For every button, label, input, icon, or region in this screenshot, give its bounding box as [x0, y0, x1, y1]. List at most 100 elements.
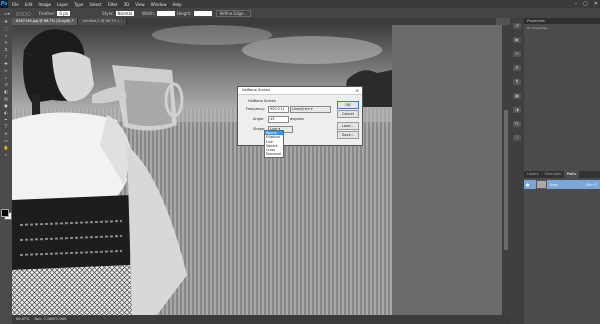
load-button[interactable]: Load... — [337, 122, 359, 130]
menu-view[interactable]: View — [135, 2, 145, 7]
group-label: Halftone Screen — [248, 99, 276, 103]
menu-select[interactable]: Select — [89, 2, 101, 7]
lasso-tool-icon[interactable]: ↄ — [3, 33, 9, 38]
style-label: Style: — [102, 10, 114, 16]
dropdown-option-diamond[interactable]: Diamond — [265, 152, 283, 156]
swatches-icon[interactable]: ▦ — [513, 93, 521, 99]
shape-tool-icon[interactable]: ▭ — [3, 138, 9, 143]
height-label: Height: — [177, 10, 192, 16]
properties-panel-message: No Properties — [527, 26, 548, 30]
adjustments-icon[interactable]: ◑ — [513, 107, 521, 113]
channel-shortcut: Ctrl+2 — [585, 182, 597, 187]
menu-bar: Ps File Edit Image Layer Type Select Fil… — [0, 0, 600, 8]
doc-size: Doc: 3.16M/3.16M — [34, 317, 67, 321]
angle-label: Angle: — [253, 117, 265, 121]
menu-3d[interactable]: 3D — [124, 2, 130, 7]
history-brush-icon[interactable]: ↺ — [3, 82, 9, 87]
history-icon[interactable]: ↺ — [513, 23, 521, 29]
zoom-level[interactable]: 66.67% — [16, 317, 29, 321]
save-button[interactable]: Save... — [337, 131, 359, 139]
eraser-tool-icon[interactable]: ◧ — [3, 89, 9, 94]
menu-layer[interactable]: Layer — [57, 2, 68, 7]
menu-filter[interactable]: Filter — [108, 2, 118, 7]
crop-tool-icon[interactable]: ⌗ — [3, 47, 9, 52]
channel-row-gray[interactable]: ● Gray Ctrl+2 — [524, 180, 600, 189]
frequency-label: Frequency: — [246, 107, 266, 111]
dialog-close-icon[interactable]: ✕ — [356, 87, 359, 94]
tab-layers[interactable]: Layers — [524, 171, 542, 178]
actions-icon[interactable]: ▶ — [513, 37, 521, 43]
width-input[interactable] — [157, 10, 175, 16]
tab-paths[interactable]: Paths — [563, 171, 580, 178]
selection-mode-icons[interactable]: ▢▢▢▢ — [16, 11, 31, 16]
dodge-tool-icon[interactable]: ◐ — [3, 110, 9, 115]
menu-edit[interactable]: Edit — [25, 2, 33, 7]
shape-dropdown-list: Round Elliptical Line Square Cross Diamo… — [264, 130, 284, 158]
feather-label: Feather: — [38, 10, 56, 16]
panel-icon-strip: ↺ ▶ ✏ A ¶ ▦ ◑ fx i — [510, 18, 524, 324]
marquee-tool-icon[interactable]: ⬚ — [3, 26, 9, 31]
brush-presets-icon[interactable]: ✏ — [513, 51, 521, 57]
channel-name: Gray — [549, 182, 558, 187]
menu-file[interactable]: File — [12, 2, 19, 7]
frequency-input[interactable]: 900.211 — [268, 106, 289, 113]
angle-unit: degrees — [290, 117, 305, 121]
angle-input[interactable]: 45 — [268, 116, 289, 123]
menu-help[interactable]: Help — [172, 2, 181, 7]
path-select-tool-icon[interactable]: ➤ — [3, 131, 9, 136]
zoom-tool-icon[interactable]: ⌕ — [3, 152, 9, 157]
document-canvas[interactable] — [12, 25, 392, 315]
frequency-unit-select[interactable]: Lines/Inch ▾ — [290, 106, 331, 113]
options-bar: ▭▾ ▢▢▢▢ Feather: 0 px Style: Normal Widt… — [0, 8, 600, 18]
blur-tool-icon[interactable]: ● — [3, 103, 9, 108]
style-select[interactable]: Normal — [115, 10, 135, 16]
ok-button[interactable]: OK — [337, 101, 359, 109]
close-button[interactable]: ✕ — [594, 1, 598, 7]
dialog-title: Halftone Screen — [238, 87, 362, 95]
healing-tool-icon[interactable]: ✚ — [3, 61, 9, 66]
height-input[interactable] — [193, 10, 212, 16]
quick-select-tool-icon[interactable]: ✎ — [3, 40, 9, 45]
type-tool-icon[interactable]: T — [3, 124, 9, 129]
minimize-button[interactable]: – — [575, 1, 578, 7]
marquee-tool-icon[interactable]: ▭▾ — [4, 11, 10, 16]
menu-type[interactable]: Type — [74, 2, 83, 7]
pen-tool-icon[interactable]: ✒ — [3, 117, 9, 122]
main-menu: File Edit Image Layer Type Select Filter… — [12, 2, 182, 7]
maximize-button[interactable]: ▢ — [583, 1, 588, 7]
right-panel-dock: Properties No Properties Layers Channels… — [524, 18, 600, 324]
info-icon[interactable]: i — [513, 135, 521, 141]
photo-image — [12, 25, 392, 315]
chevron-down-icon: ▾ — [310, 107, 313, 111]
refine-edge-button[interactable]: Refine Edge... — [215, 9, 252, 17]
halftone-screen-dialog: Halftone Screen ✕ Halftone Screen Freque… — [237, 86, 363, 146]
character-icon[interactable]: A — [513, 65, 521, 71]
visibility-eye-icon[interactable]: ● — [526, 182, 530, 187]
foreground-color-swatch[interactable] — [1, 209, 9, 217]
move-tool-icon[interactable]: ✥ — [3, 19, 9, 24]
paragraph-icon[interactable]: ¶ — [513, 79, 521, 85]
status-bar: 66.67% Doc: 3.16M/3.16M — [12, 315, 510, 324]
tab-channels[interactable]: Channels — [542, 171, 564, 178]
channel-thumbnail — [535, 180, 547, 189]
tab-document-2[interactable]: Untitled-1 @ 66.7% (... — [78, 18, 128, 25]
tools-panel: ✥ ⬚ ↄ ✎ ⌗ ⁄ ✚ ✏ ⊥ ↺ ◧ ▤ ● ◐ ✒ T ➤ ▭ ✋ ⌕ — [0, 18, 12, 324]
menu-image[interactable]: Image — [38, 2, 51, 7]
stamp-tool-icon[interactable]: ⊥ — [3, 75, 9, 80]
eyedropper-tool-icon[interactable]: ⁄ — [3, 54, 9, 59]
menu-window[interactable]: Window — [151, 2, 167, 7]
vertical-scrollbar-thumb[interactable] — [504, 110, 508, 250]
tab-document-1[interactable]: 6967149.jpg @ 66.7% (Gray/8) * — [12, 18, 79, 25]
canvas-pasteboard — [392, 25, 502, 315]
channels-panel-tabs: Layers Channels Paths — [524, 171, 600, 178]
frequency-unit-value: Lines/Inch — [292, 107, 310, 111]
width-label: Width: — [142, 10, 155, 16]
photoshop-logo: Ps — [0, 0, 8, 8]
brush-tool-icon[interactable]: ✏ — [3, 68, 9, 73]
styles-icon[interactable]: fx — [513, 121, 521, 127]
cancel-button[interactable]: Cancel — [337, 110, 359, 118]
feather-input[interactable]: 0 px — [57, 10, 71, 16]
gradient-tool-icon[interactable]: ▤ — [3, 96, 9, 101]
hand-tool-icon[interactable]: ✋ — [3, 145, 9, 150]
window-controls: – ▢ ✕ — [575, 1, 598, 7]
